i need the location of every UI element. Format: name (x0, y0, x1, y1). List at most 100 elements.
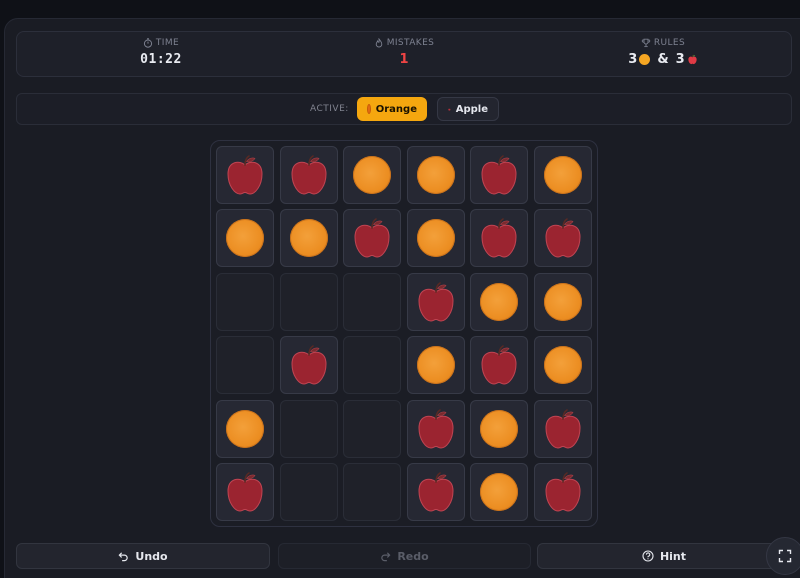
board-cell[interactable] (216, 336, 274, 395)
apple-icon (545, 408, 581, 449)
redo-button[interactable]: Redo (278, 543, 531, 569)
board-cell[interactable] (534, 336, 592, 395)
board-cell[interactable] (534, 272, 592, 331)
time-value: 01:22 (140, 52, 182, 67)
orange-label: Orange (375, 103, 417, 115)
orange-icon (226, 409, 264, 448)
apple-icon (448, 107, 451, 111)
board-cell[interactable] (279, 336, 338, 395)
board-cell[interactable] (534, 209, 592, 268)
apple-icon (545, 472, 581, 512)
trophy-icon (641, 38, 651, 48)
orange-icon (416, 156, 455, 194)
apple-label: Apple (455, 103, 488, 115)
rules-apple-count: 3 (675, 52, 685, 67)
orange-icon (639, 54, 651, 65)
apple-icon (291, 155, 327, 195)
apple-icon (418, 472, 454, 512)
select-apple-button[interactable]: Apple (437, 97, 499, 121)
question-circle-icon (642, 550, 654, 562)
board-cell[interactable] (406, 399, 465, 458)
apple-icon (227, 472, 263, 512)
rules-label: RULES (653, 38, 686, 48)
board-cell[interactable] (216, 463, 274, 521)
apple-icon (481, 345, 517, 385)
orange-icon (416, 219, 455, 258)
active-selector: ACTIVE: Orange Apple (16, 93, 792, 125)
fullscreen-icon (778, 549, 792, 563)
game-board (210, 140, 598, 527)
board-cell[interactable] (216, 209, 274, 268)
board-cell[interactable] (470, 209, 529, 268)
active-label: ACTIVE: (310, 104, 349, 114)
board-cell[interactable] (216, 146, 274, 204)
orange-icon (367, 104, 371, 114)
board-cell[interactable] (216, 399, 274, 458)
board-cell[interactable] (406, 272, 465, 331)
flame-icon (375, 38, 382, 48)
apple-icon (227, 155, 263, 195)
apple-icon (481, 155, 517, 195)
mistakes-label: MISTAKES (386, 38, 435, 48)
undo-button[interactable]: Undo (16, 543, 270, 569)
rules-stat: RULES 3 & 3 (593, 38, 733, 67)
board-cell[interactable] (470, 399, 529, 458)
apple-icon (545, 218, 581, 258)
board-cell[interactable] (279, 209, 338, 268)
orange-icon (480, 473, 519, 511)
stats-bar: TIME 01:22 MISTAKES 1 RULES 3 & 3 (16, 31, 792, 77)
rules-value: 3 & 3 (593, 52, 733, 67)
rules-amp: & (657, 52, 669, 67)
board-cell[interactable] (343, 463, 402, 521)
board-cell[interactable] (343, 209, 402, 268)
fullscreen-button[interactable] (766, 537, 800, 575)
board-cell[interactable] (343, 336, 402, 395)
board-cell[interactable] (343, 146, 402, 204)
board-cell[interactable] (279, 146, 338, 204)
board-cell[interactable] (534, 463, 592, 521)
board-cell[interactable] (470, 146, 529, 204)
board-cell[interactable] (470, 336, 529, 395)
orange-icon (353, 156, 392, 194)
board-cell[interactable] (343, 272, 402, 331)
apple-icon (354, 218, 390, 258)
hint-button[interactable]: Hint (537, 543, 791, 569)
board-cell[interactable] (470, 272, 529, 331)
undo-arrow-icon (118, 551, 129, 561)
orange-icon (480, 282, 519, 321)
board-cell[interactable] (343, 399, 402, 458)
orange-icon (289, 219, 328, 258)
board-cell[interactable] (470, 463, 529, 521)
board-cell[interactable] (406, 336, 465, 395)
apple-icon (688, 54, 697, 65)
board-cell[interactable] (534, 146, 592, 204)
hint-label: Hint (659, 549, 687, 563)
orange-icon (416, 346, 455, 385)
orange-icon (480, 409, 519, 448)
select-orange-button[interactable]: Orange (357, 97, 427, 121)
board-cell[interactable] (216, 272, 274, 331)
apple-icon (418, 408, 454, 449)
apple-icon (481, 218, 517, 258)
stopwatch-icon (143, 38, 152, 48)
board-cell[interactable] (406, 463, 465, 521)
mistakes-value: 1 (399, 52, 409, 67)
redo-arrow-icon (381, 551, 391, 561)
rules-orange-count: 3 (628, 52, 638, 67)
board-cell[interactable] (279, 272, 338, 331)
board-cell[interactable] (279, 463, 338, 521)
apple-icon (291, 345, 327, 385)
mistakes-stat: MISTAKES 1 (334, 38, 474, 67)
undo-label: Undo (135, 549, 168, 563)
time-stat: TIME 01:22 (91, 38, 231, 67)
board-cell[interactable] (534, 399, 592, 458)
board-cell[interactable] (406, 209, 465, 268)
board-cell[interactable] (279, 399, 338, 458)
apple-icon (418, 281, 454, 322)
orange-icon (226, 219, 264, 258)
board-cell[interactable] (406, 146, 465, 204)
orange-icon (544, 282, 582, 321)
orange-icon (544, 346, 582, 385)
redo-label: Redo (397, 549, 429, 563)
orange-icon (544, 156, 582, 194)
